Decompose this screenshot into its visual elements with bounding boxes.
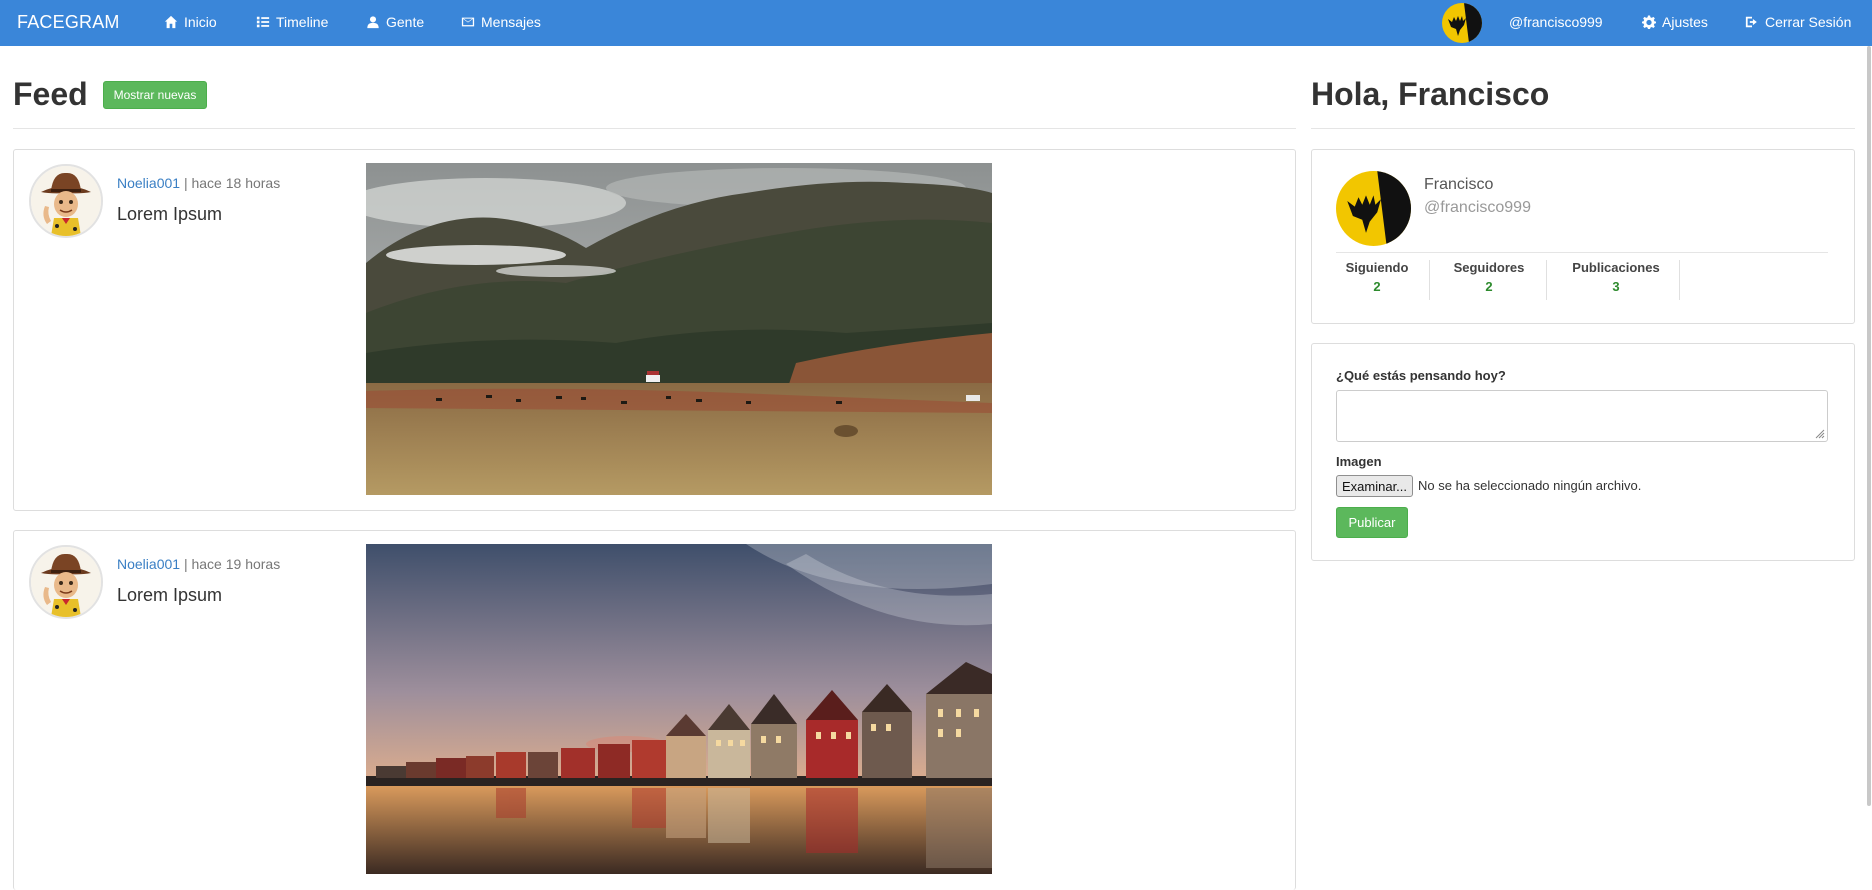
- publish-button[interactable]: Publicar: [1336, 507, 1408, 538]
- compose-panel: ¿Qué estás pensando hoy? Imagen Examinar…: [1311, 343, 1855, 561]
- nav-profile-handle-label: @francisco999: [1509, 14, 1603, 30]
- envelope-icon: [461, 17, 475, 27]
- feed-title: Feed: [13, 76, 88, 112]
- stat-value: 2: [1485, 279, 1493, 294]
- scrollbar-thumb[interactable]: [1867, 46, 1871, 806]
- page-scrollbar[interactable]: [1866, 46, 1872, 806]
- post-meta-separator: |: [183, 175, 188, 191]
- post-meta: Noelia001 | hace 19 horas: [117, 556, 280, 572]
- post-image[interactable]: [366, 163, 992, 495]
- waterfront-houses-image: [366, 544, 992, 874]
- post-meta: Noelia001 | hace 18 horas: [117, 175, 280, 191]
- stat-value: 3: [1612, 279, 1620, 294]
- post-author-link[interactable]: Noelia001: [117, 556, 180, 572]
- feed-post: Noelia001 | hace 18 horas Lorem Ipsum: [13, 149, 1296, 511]
- stat-separator: [1546, 260, 1547, 300]
- bat-logo-icon: [1442, 3, 1482, 43]
- stat-label: Seguidores: [1453, 260, 1525, 275]
- gear-icon: [1642, 15, 1656, 29]
- browse-file-button[interactable]: Examinar...: [1336, 475, 1413, 497]
- nav-timeline-label: Timeline: [276, 14, 329, 30]
- sidebar-divider: [1311, 128, 1855, 129]
- feed-divider: [13, 128, 1296, 129]
- nav-timeline[interactable]: Timeline: [256, 14, 328, 30]
- post-image[interactable]: [366, 544, 992, 874]
- post-text: Lorem Ipsum: [117, 204, 223, 224]
- image-label: Imagen: [1336, 454, 1382, 469]
- nav-cerrar-sesion-label: Cerrar Sesión: [1765, 14, 1852, 30]
- mountain-landscape-image: [366, 163, 992, 495]
- resize-grip-icon[interactable]: [1815, 429, 1825, 439]
- nav-mensajes[interactable]: Mensajes: [461, 14, 541, 30]
- compose-prompt-label: ¿Qué estás pensando hoy?: [1336, 368, 1506, 383]
- show-new-button[interactable]: Mostrar nuevas: [103, 81, 207, 109]
- stat-siguiendo[interactable]: Siguiendo 2: [1339, 260, 1415, 294]
- stat-publicaciones[interactable]: Publicaciones 3: [1560, 260, 1672, 294]
- stat-label: Siguiendo: [1345, 260, 1409, 275]
- post-author-link[interactable]: Noelia001: [117, 175, 180, 191]
- nav-cerrar-sesion[interactable]: Cerrar Sesión: [1745, 14, 1851, 30]
- stat-value: 2: [1373, 279, 1381, 294]
- file-status-text: No se ha seleccionado ningún archivo.: [1418, 478, 1642, 493]
- nav-ajustes-label: Ajustes: [1662, 14, 1708, 30]
- greeting-title: Hola, Francisco: [1311, 76, 1550, 112]
- brand-logo[interactable]: FACEGRAM: [17, 12, 120, 33]
- profile-divider: [1336, 252, 1828, 253]
- user-icon: [367, 16, 379, 29]
- profile-handle: @francisco999: [1424, 199, 1531, 216]
- post-author-avatar[interactable]: [29, 545, 103, 619]
- profile-name: Francisco: [1424, 176, 1494, 193]
- profile-avatar[interactable]: [1336, 171, 1411, 246]
- stat-seguidores[interactable]: Seguidores 2: [1442, 260, 1536, 294]
- nav-gente-label: Gente: [386, 14, 425, 30]
- nav-gente[interactable]: Gente: [366, 14, 424, 30]
- nav-inicio-label: Inicio: [184, 14, 217, 30]
- nav-mensajes-label: Mensajes: [481, 14, 541, 30]
- cowboy-avatar-icon: [31, 547, 101, 617]
- post-text: Lorem Ipsum: [117, 585, 223, 605]
- stat-separator: [1429, 260, 1430, 300]
- nav-profile-handle[interactable]: @francisco999: [1509, 14, 1603, 30]
- stat-label: Publicaciones: [1572, 260, 1660, 275]
- compose-textarea[interactable]: [1336, 390, 1828, 442]
- post-time: hace 19 horas: [191, 556, 281, 572]
- navbar-avatar[interactable]: [1442, 3, 1482, 43]
- feed-post: Noelia001 | hace 19 horas Lorem Ipsum: [13, 530, 1296, 890]
- cowboy-avatar-icon: [31, 166, 101, 236]
- profile-panel: Francisco @francisco999 Siguiendo 2 Segu…: [1311, 149, 1855, 324]
- list-icon: [256, 16, 270, 28]
- home-icon: [164, 15, 178, 29]
- post-author-avatar[interactable]: [29, 164, 103, 238]
- nav-ajustes[interactable]: Ajustes: [1642, 14, 1708, 30]
- post-time: hace 18 horas: [191, 175, 281, 191]
- logout-icon: [1745, 16, 1757, 28]
- top-navbar: FACEGRAM Inicio Timeline Gente Mensajes …: [0, 0, 1872, 46]
- post-meta-separator: |: [183, 556, 188, 572]
- bat-logo-icon: [1336, 171, 1411, 246]
- nav-inicio[interactable]: Inicio: [164, 14, 217, 30]
- stat-separator: [1679, 260, 1680, 300]
